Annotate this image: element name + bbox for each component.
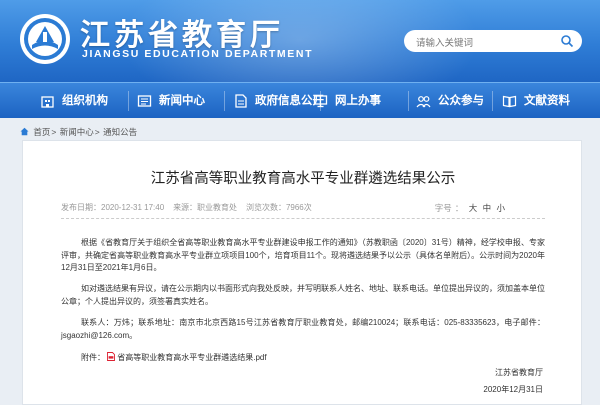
- breadcrumb: 首页> 新闻中心> 通知公告: [20, 126, 138, 138]
- paragraph: 根据《省教育厅关于组织全省高等职业教育高水平专业群建设申报工作的通知》（苏教职函…: [61, 238, 545, 273]
- nav-divider: [492, 91, 493, 111]
- signature-date: 2020年12月31日: [483, 385, 543, 394]
- view-count: 浏览次数：7966次: [245, 203, 312, 212]
- nav-label: 网上办事: [335, 95, 381, 107]
- search-input[interactable]: 请输入关键词: [404, 30, 582, 52]
- font-size-label: 字号: [434, 203, 452, 213]
- monitor-icon: [313, 95, 328, 108]
- publish-date: 发布日期：2020-12-31 17:40: [61, 203, 165, 212]
- nav-divider: [224, 91, 225, 111]
- nav-item-literature[interactable]: 文献资料: [502, 83, 570, 119]
- emblem-logo-icon[interactable]: [18, 12, 72, 66]
- nav-item-organization[interactable]: 组织机构: [40, 83, 108, 119]
- meta-divider: [61, 218, 545, 219]
- book-icon: [502, 95, 517, 108]
- breadcrumb-notices[interactable]: 通知公告: [103, 127, 137, 137]
- paragraph: 联系人：万炜；联系地址：南京市北京西路15号江苏省教育厅职业教育处，邮编2100…: [61, 318, 545, 340]
- nav-label: 公众参与: [438, 95, 484, 107]
- nav-label: 组织机构: [62, 95, 108, 107]
- paragraph: 如对遴选结果有异议，请在公示期内以书面形式向我处反映，并写明联系人姓名、地址、联…: [61, 284, 545, 306]
- main-nav: 组织机构 新闻中心 政府信息公开 网上办事 公众参与 文献资料: [0, 82, 600, 118]
- nav-item-gov-info[interactable]: 政府信息公开: [233, 83, 324, 119]
- document-icon: [235, 94, 247, 108]
- font-size-small[interactable]: 小: [496, 203, 505, 213]
- site-header: 江苏省教育厅 JIANGSU EDUCATION DEPARTMENT 请输入关…: [0, 0, 600, 82]
- article-source: 来源：职业教育处: [173, 203, 238, 212]
- nav-divider: [408, 91, 409, 111]
- attachment-link[interactable]: 省高等职业教育高水平专业群遴选结果.pdf: [117, 353, 266, 362]
- breadcrumb-news[interactable]: 新闻中心: [60, 127, 94, 137]
- article-meta: 发布日期：2020-12-31 17:40 来源：职业教育处 浏览次数：7966…: [61, 202, 545, 213]
- article-card: 江苏省高等职业教育高水平专业群遴选结果公示 发布日期：2020-12-31 17…: [22, 140, 582, 405]
- signature-org: 江苏省教育厅: [495, 368, 543, 377]
- building-icon: [41, 96, 54, 108]
- news-icon: [137, 95, 152, 107]
- nav-label: 文献资料: [524, 95, 570, 107]
- search-icon[interactable]: [560, 34, 574, 48]
- font-size-large[interactable]: 大: [469, 203, 478, 213]
- nav-item-public-participation[interactable]: 公众参与: [416, 83, 484, 119]
- font-size-control: 字号： 大 中 小: [434, 203, 505, 213]
- breadcrumb-home[interactable]: 首页: [33, 127, 50, 137]
- people-icon: [416, 96, 431, 108]
- home-icon: [20, 127, 29, 136]
- search-placeholder: 请输入关键词: [416, 38, 474, 49]
- nav-label: 新闻中心: [159, 95, 205, 107]
- pdf-icon: [107, 352, 116, 361]
- attachment: 附件： 省高等职业教育高水平专业群遴选结果.pdf: [81, 352, 267, 363]
- attachment-label: 附件：: [81, 353, 105, 362]
- font-size-medium[interactable]: 中: [483, 203, 492, 213]
- site-subtitle: JIANGSU EDUCATION DEPARTMENT: [82, 48, 314, 60]
- nav-divider: [128, 91, 129, 111]
- nav-item-news[interactable]: 新闻中心: [137, 83, 205, 119]
- nav-item-online-services[interactable]: 网上办事: [313, 83, 381, 119]
- article-title: 江苏省高等职业教育高水平专业群遴选结果公示: [150, 171, 456, 187]
